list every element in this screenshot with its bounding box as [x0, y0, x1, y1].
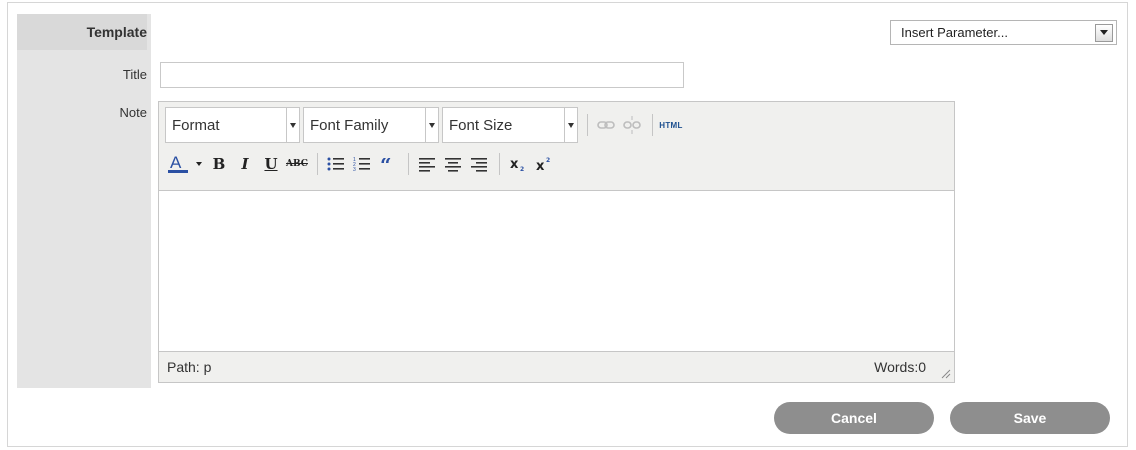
save-button[interactable]: Save — [950, 402, 1110, 434]
format-select[interactable]: Format — [165, 107, 300, 143]
bullet-list-icon[interactable] — [324, 149, 348, 179]
numbered-list-icon[interactable]: 123 — [350, 149, 374, 179]
toolbar-separator — [499, 153, 500, 175]
font-family-select-label: Font Family — [310, 116, 389, 134]
rich-text-editor: Format Font Family Font Size HTML A B I … — [158, 101, 955, 383]
chevron-down-icon[interactable] — [1095, 23, 1113, 42]
toolbar-separator — [408, 153, 409, 175]
align-right-icon[interactable] — [467, 149, 491, 179]
font-family-select[interactable]: Font Family — [303, 107, 439, 143]
svg-text:2: 2 — [546, 157, 550, 164]
chevron-down-icon — [425, 108, 438, 142]
italic-icon[interactable]: I — [233, 149, 257, 179]
insert-parameter-dropdown[interactable]: Insert Parameter... — [890, 20, 1117, 45]
title-input[interactable] — [160, 62, 684, 88]
section-title: Template — [17, 14, 147, 50]
font-size-select-label: Font Size — [449, 116, 513, 134]
bold-icon[interactable]: B — [207, 149, 231, 179]
chevron-down-icon — [286, 108, 299, 142]
link-icon[interactable] — [594, 110, 618, 140]
note-label: Note — [119, 105, 147, 120]
svg-text:“: “ — [380, 158, 392, 170]
svg-text:2: 2 — [520, 166, 524, 172]
editor-content-area[interactable] — [159, 190, 954, 352]
insert-parameter-value: Insert Parameter... — [901, 25, 1008, 40]
align-left-icon[interactable] — [415, 149, 439, 179]
subscript-icon[interactable]: x2 — [506, 149, 530, 179]
format-select-label: Format — [172, 116, 220, 134]
svg-text:x: x — [510, 157, 519, 172]
blockquote-icon[interactable]: “ — [376, 149, 400, 179]
font-size-select[interactable]: Font Size — [442, 107, 578, 143]
editor-status-bar: Path: p Words:0 — [159, 351, 954, 382]
strikethrough-icon[interactable]: ABC — [285, 149, 309, 179]
underline-icon[interactable]: U — [259, 149, 283, 179]
align-center-icon[interactable] — [441, 149, 465, 179]
editor-toolbar-row-2: A B I U ABC 123 “ x2 x2 — [165, 149, 558, 179]
element-path: Path: p — [167, 358, 212, 375]
toolbar-separator — [587, 114, 588, 136]
html-icon[interactable]: HTML — [659, 110, 683, 140]
toolbar-separator — [652, 114, 653, 136]
title-label: Title — [122, 67, 147, 82]
chevron-down-icon — [564, 108, 577, 142]
svg-text:A: A — [170, 153, 182, 172]
svg-text:x: x — [536, 159, 545, 172]
unlink-icon[interactable] — [620, 110, 644, 140]
toolbar-separator — [317, 153, 318, 175]
cancel-button[interactable]: Cancel — [774, 402, 934, 434]
text-color-icon[interactable]: A — [165, 149, 191, 179]
chevron-down-icon[interactable] — [193, 149, 205, 179]
editor-toolbar-row-1: Format Font Family Font Size HTML — [165, 107, 685, 143]
svg-text:3: 3 — [353, 167, 356, 172]
superscript-icon[interactable]: x2 — [532, 149, 556, 179]
resize-grip-icon[interactable] — [939, 367, 951, 379]
